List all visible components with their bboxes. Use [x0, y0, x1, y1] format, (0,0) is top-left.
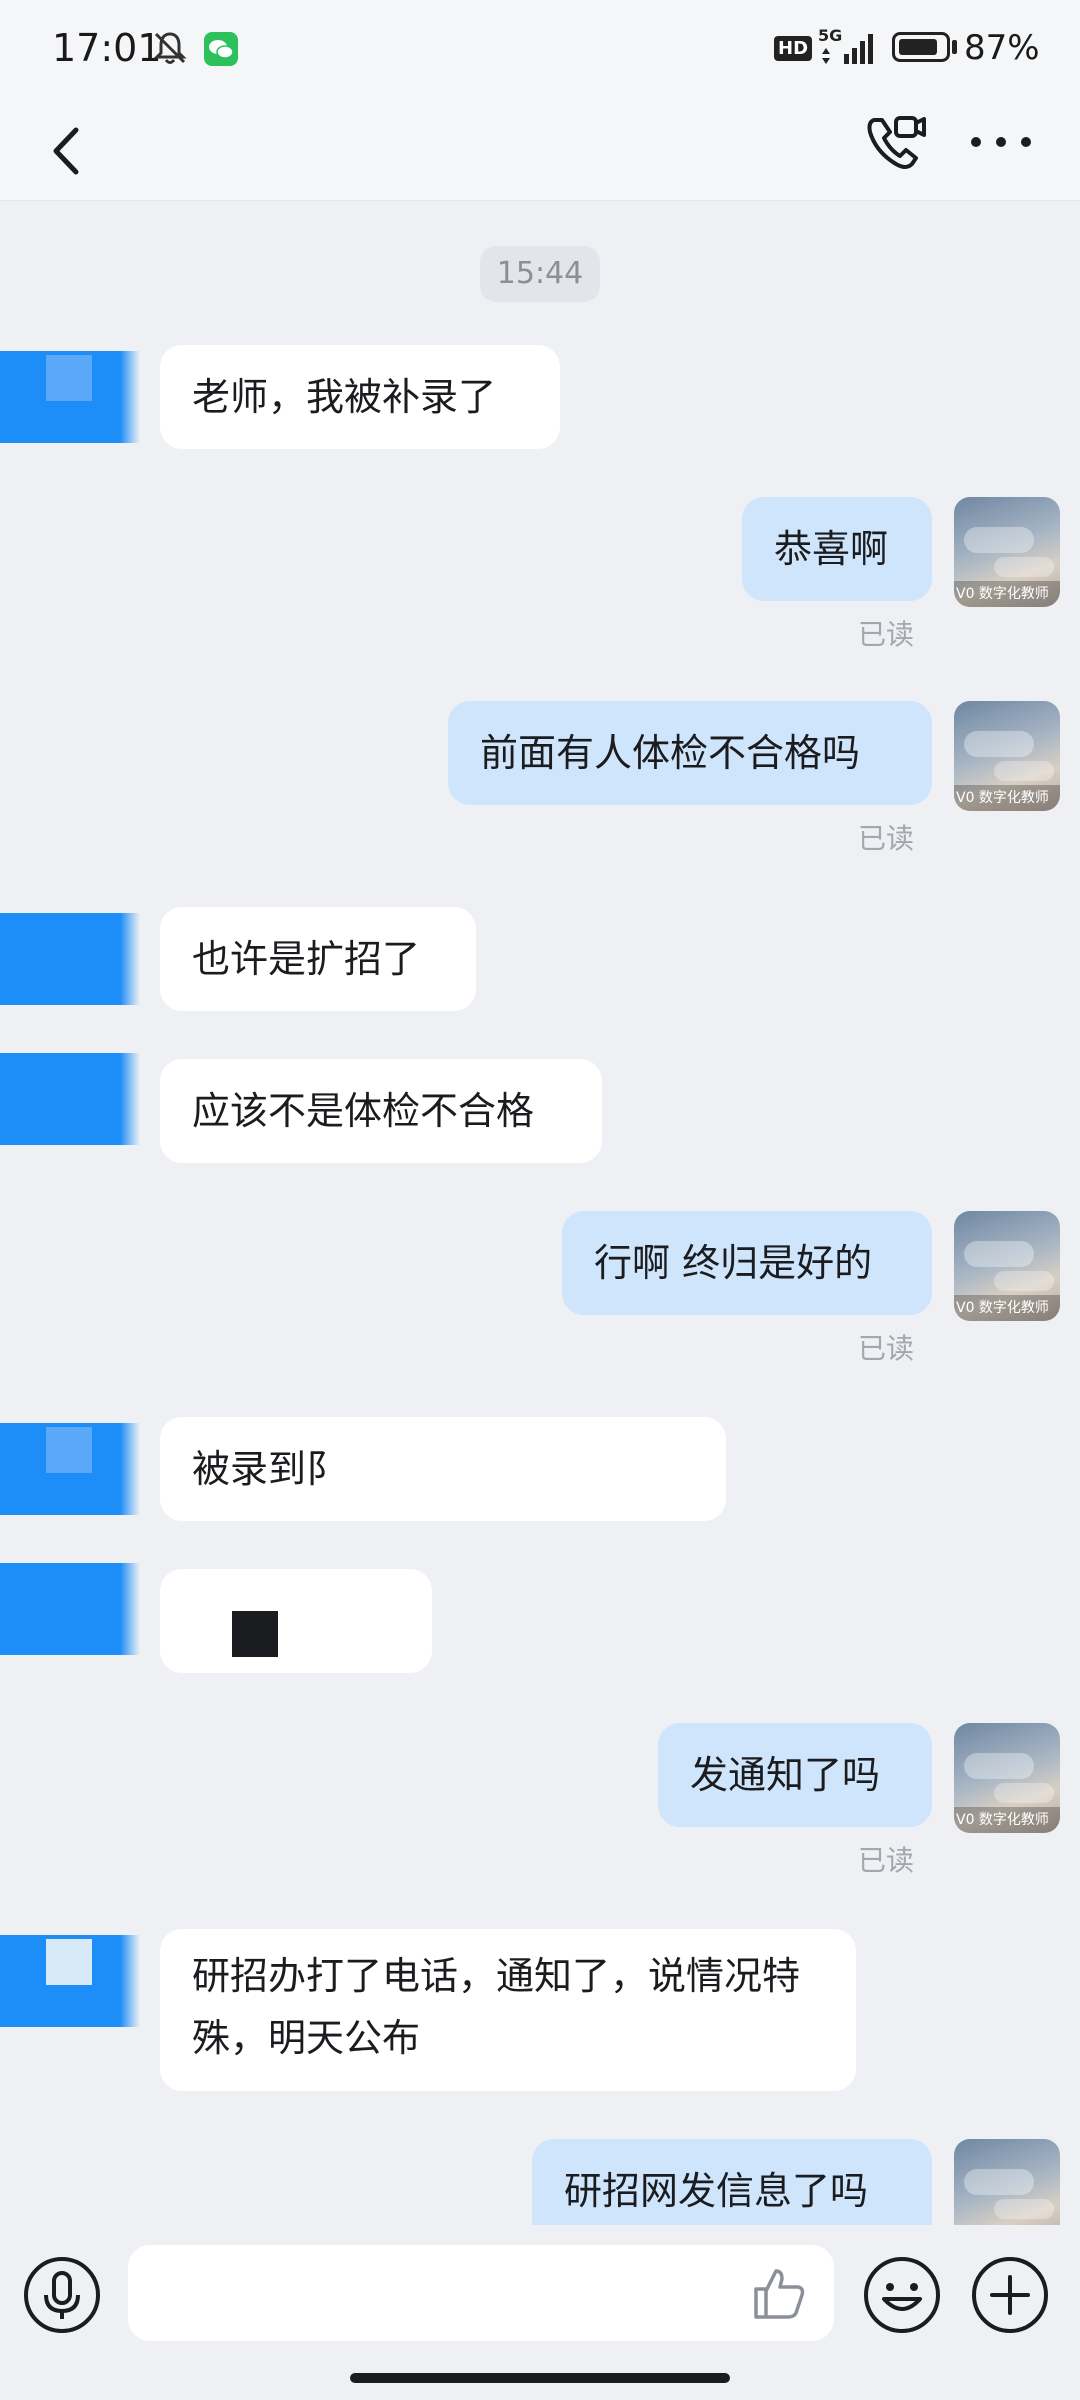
- battery-tip: [952, 40, 957, 54]
- outgoing-message[interactable]: 发通知了吗: [658, 1723, 932, 1827]
- mute-icon: [153, 32, 187, 64]
- contact-avatar[interactable]: [0, 1053, 140, 1145]
- outgoing-message[interactable]: 行啊 终归是好的: [562, 1211, 932, 1315]
- my-avatar[interactable]: V0 数字化教师: [954, 497, 1060, 607]
- read-receipt: 已读: [858, 618, 915, 651]
- my-avatar[interactable]: V0 数字化教师: [954, 1723, 1060, 1833]
- read-receipt: 已读: [858, 822, 915, 855]
- outgoing-message[interactable]: 前面有人体检不合格吗: [448, 701, 932, 805]
- signal-icon: [822, 34, 873, 64]
- message-list[interactable]: 15:44 老师，我被补录了 恭喜啊 V0 数字化教师 已读 前面有人体检不合格…: [0, 201, 1080, 2225]
- more-dots-icon[interactable]: [966, 120, 1036, 164]
- battery-level: [899, 39, 937, 55]
- my-avatar[interactable]: V0 数字化教师: [954, 701, 1060, 811]
- battery-percent: 87%: [964, 28, 1040, 68]
- plus-icon[interactable]: [970, 2255, 1050, 2335]
- incoming-message[interactable]: 老师，我被补录了: [160, 345, 560, 449]
- read-receipt: 已读: [858, 1332, 915, 1365]
- status-bar: 17:01 HD 5G 87%: [0, 0, 1080, 100]
- phone-video-icon[interactable]: [860, 108, 930, 178]
- message-timestamp: 15:44: [480, 246, 600, 302]
- wechat-icon: [204, 32, 238, 66]
- chat-screen: 17:01 HD 5G 87% 15:44 老师，我被补录了 恭喜啊 V0 数字…: [0, 0, 1080, 2400]
- outgoing-message[interactable]: 研招网发信息了吗: [532, 2139, 932, 2225]
- outgoing-message[interactable]: 恭喜啊: [742, 497, 932, 601]
- contact-avatar[interactable]: [0, 1935, 140, 2027]
- message-input[interactable]: [128, 2245, 834, 2341]
- my-avatar[interactable]: [954, 2139, 1060, 2225]
- contact-avatar[interactable]: [0, 351, 140, 443]
- chevron-left-icon[interactable]: [36, 116, 96, 186]
- hd-badge: HD: [774, 36, 813, 61]
- incoming-message[interactable]: 应该不是体检不合格: [160, 1059, 602, 1163]
- thumbs-up-icon[interactable]: [748, 2263, 808, 2323]
- incoming-message[interactable]: 也许是扩招了: [160, 907, 476, 1011]
- read-receipt: 已读: [858, 1844, 915, 1877]
- contact-avatar[interactable]: [0, 913, 140, 1005]
- redaction-block: [232, 1611, 278, 1657]
- contact-avatar[interactable]: [0, 1423, 140, 1515]
- contact-avatar[interactable]: [0, 1563, 140, 1655]
- home-indicator[interactable]: [350, 2373, 730, 2383]
- status-time: 17:01: [52, 26, 162, 70]
- incoming-message[interactable]: 被录到阝: [160, 1417, 726, 1521]
- input-bar: [0, 2225, 1080, 2400]
- my-avatar[interactable]: V0 数字化教师: [954, 1211, 1060, 1321]
- microphone-icon[interactable]: [22, 2255, 102, 2335]
- battery-icon: [892, 32, 950, 62]
- incoming-message[interactable]: 研招办打了电话，通知了，说情况特殊，明天公布: [160, 1929, 856, 2091]
- emoji-icon[interactable]: [862, 2255, 942, 2335]
- incoming-message[interactable]: [160, 1569, 432, 1673]
